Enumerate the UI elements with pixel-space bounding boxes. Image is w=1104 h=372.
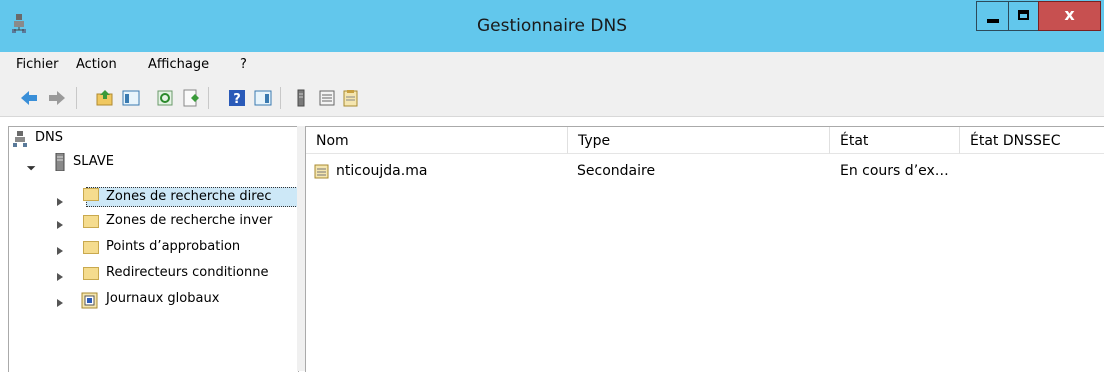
menu-fichier[interactable]: Fichier (16, 57, 59, 72)
dns-server-icon (13, 131, 27, 147)
properties-icon[interactable] (342, 89, 360, 107)
expand-arrow-icon[interactable] (57, 198, 63, 206)
menu-bar: Fichier Action Affichage ? (0, 52, 1104, 78)
expand-arrow-icon[interactable] (57, 247, 63, 255)
title-bar: Gestionnaire DNS x (0, 0, 1104, 52)
export-list-icon[interactable] (182, 89, 200, 107)
pane-splitter[interactable] (297, 126, 305, 371)
help-icon[interactable]: ? (228, 89, 246, 107)
back-arrow-icon[interactable] (20, 89, 38, 107)
minimize-icon (987, 19, 999, 23)
forward-arrow-icon[interactable] (48, 89, 66, 107)
column-header-type[interactable]: Type (568, 127, 830, 154)
server-icon (55, 153, 65, 171)
expand-arrow-icon[interactable] (57, 221, 63, 229)
results-list: Nom Type État État DNSSEC nticoujda.ma S… (305, 126, 1104, 372)
action-pane-icon[interactable] (254, 89, 272, 107)
menu-action[interactable]: Action (76, 57, 117, 72)
expand-arrow-icon[interactable] (57, 273, 63, 281)
folder-icon (83, 215, 99, 228)
maximize-button[interactable] (1008, 1, 1039, 31)
folder-icon (83, 241, 99, 254)
menu-help[interactable]: ? (240, 57, 247, 72)
window-title: Gestionnaire DNS (476, 16, 628, 36)
tree-item-server[interactable]: SLAVE (11, 152, 291, 174)
refresh-icon[interactable] (156, 89, 174, 107)
tree-item-global-logs[interactable]: Journaux globaux (9, 290, 298, 312)
console-tree-icon[interactable] (122, 89, 140, 107)
column-header-etat[interactable]: État (830, 127, 960, 154)
list-icon[interactable] (318, 89, 336, 107)
tree-item-trust-points[interactable]: Points d’approbation (9, 238, 298, 260)
tree-label-reverse-zones: Zones de recherche inver (106, 213, 273, 228)
toolbar-separator (208, 87, 209, 109)
collapse-arrow-icon[interactable] (22, 157, 36, 171)
tree-label-dns: DNS (35, 130, 63, 145)
console-tree: DNS SLAVE Zones de recherche direc Zones… (8, 126, 299, 372)
tree-label-conditional-forwarders: Redirecteurs conditionne (106, 265, 269, 280)
toolbar-separator (280, 87, 281, 109)
tree-item-conditional-forwarders[interactable]: Redirecteurs conditionne (9, 264, 298, 286)
close-button[interactable]: x (1038, 1, 1101, 31)
tree-label-server: SLAVE (73, 154, 114, 169)
minimize-button[interactable] (976, 1, 1009, 31)
close-icon: x (1064, 5, 1075, 24)
tree-label-trust-points: Points d’approbation (106, 239, 241, 254)
row-state: En cours d’ex… (840, 163, 949, 179)
folder-icon (83, 267, 99, 280)
tree-label-forward-zones: Zones de recherche direc (106, 189, 272, 204)
tree-item-dns[interactable]: DNS (11, 129, 291, 151)
menu-affichage[interactable]: Affichage (148, 57, 209, 72)
toolbar: ? (0, 78, 1104, 117)
folder-icon (83, 188, 99, 201)
event-log-icon (81, 292, 98, 309)
row-type: Secondaire (577, 163, 656, 179)
maximize-icon (1018, 10, 1029, 20)
tree-item-reverse-zones[interactable]: Zones de recherche inver (9, 212, 298, 234)
zone-file-icon (314, 164, 329, 179)
tree-label-global-logs: Journaux globaux (106, 291, 220, 306)
svg-text:?: ? (233, 92, 241, 107)
server-icon[interactable] (292, 89, 310, 107)
expand-arrow-icon[interactable] (57, 299, 63, 307)
tree-item-forward-zones[interactable]: Zones de recherche direc (86, 187, 298, 207)
up-folder-icon[interactable] (96, 89, 114, 107)
column-header-nom[interactable]: Nom (306, 127, 568, 154)
toolbar-separator (76, 87, 77, 109)
row-name[interactable]: nticoujda.ma (336, 163, 427, 179)
column-header-etat-dnssec[interactable]: État DNSSEC (960, 127, 1104, 154)
